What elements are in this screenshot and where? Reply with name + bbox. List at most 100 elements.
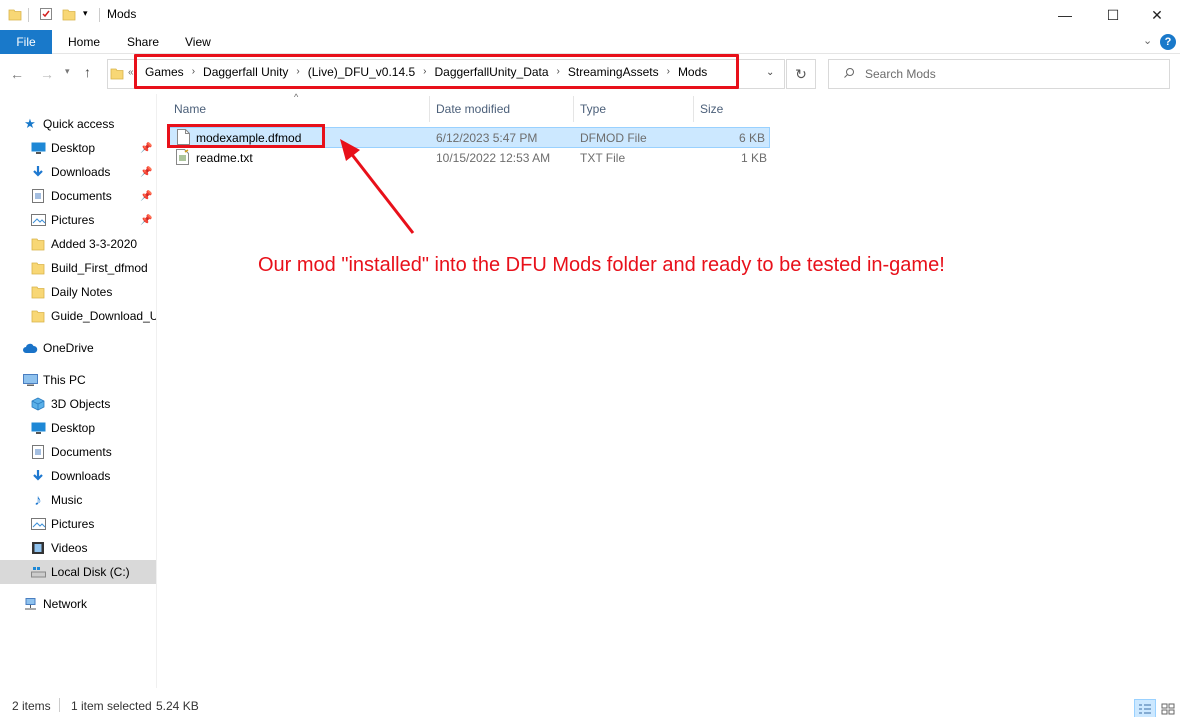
expand-ribbon-icon[interactable]: ⌄ bbox=[1143, 34, 1152, 47]
tab-view[interactable]: View bbox=[171, 30, 225, 54]
file-type: DFMOD File bbox=[580, 131, 647, 145]
sidebar-item-label: 3D Objects bbox=[51, 397, 111, 411]
pin-icon[interactable]: 📌 bbox=[140, 167, 152, 178]
sidebar-item-3d-objects[interactable]: 3D Objects bbox=[0, 392, 156, 416]
sidebar-item-local-disk[interactable]: Local Disk (C:) bbox=[0, 560, 156, 584]
sidebar-item-music[interactable]: ♪ Music bbox=[0, 488, 156, 512]
computer-icon bbox=[22, 372, 38, 388]
status-divider bbox=[59, 698, 60, 712]
tab-home[interactable]: Home bbox=[54, 30, 114, 54]
sidebar-item-label: Downloads bbox=[51, 165, 111, 179]
overflow-icon[interactable]: « bbox=[128, 67, 134, 78]
crumb-daggerfall-unity[interactable]: Daggerfall Unity bbox=[203, 65, 288, 79]
column-header-size[interactable]: Size bbox=[694, 96, 774, 122]
maximize-button[interactable]: ☐ bbox=[1090, 0, 1136, 30]
chevron-right-icon[interactable]: › bbox=[296, 66, 299, 77]
sidebar-item-quick-access[interactable]: ★ Quick access bbox=[0, 112, 156, 136]
annotation-arrow-icon bbox=[340, 139, 415, 234]
title-bar: ▾ Mods — ☐ ✕ bbox=[0, 0, 1180, 30]
folder-icon bbox=[30, 260, 46, 276]
pictures-icon bbox=[30, 212, 46, 228]
folder-icon[interactable] bbox=[8, 7, 22, 24]
tab-share[interactable]: Share bbox=[113, 30, 173, 54]
file-name: readme.txt bbox=[196, 151, 253, 165]
sidebar-item-pc-downloads[interactable]: Downloads bbox=[0, 464, 156, 488]
file-row[interactable]: readme.txt 10/15/2022 12:53 AM TXT File … bbox=[168, 148, 770, 169]
sidebar-item-videos[interactable]: Videos bbox=[0, 536, 156, 560]
documents-icon bbox=[30, 188, 46, 204]
crumb-mods[interactable]: Mods bbox=[678, 65, 707, 79]
folder-icon bbox=[30, 308, 46, 324]
chevron-right-icon[interactable]: › bbox=[557, 66, 560, 77]
breadcrumb: Games › Daggerfall Unity › (Live)_DFU_v0… bbox=[134, 54, 739, 89]
refresh-button[interactable]: ↻ bbox=[786, 59, 816, 89]
folder-icon bbox=[30, 236, 46, 252]
pin-icon[interactable]: 📌 bbox=[140, 191, 152, 202]
sidebar-item-label: OneDrive bbox=[43, 341, 94, 355]
folder-icon bbox=[110, 66, 124, 83]
address-dropdown-icon[interactable]: ⌄ bbox=[766, 67, 774, 78]
sidebar-item-desktop[interactable]: Desktop 📌 bbox=[0, 136, 156, 160]
sidebar-item-label: Build_First_dfmod bbox=[51, 261, 148, 275]
navigation-pane: ★ Quick access Desktop 📌 Downloads 📌 Doc… bbox=[0, 108, 156, 688]
crumb-games[interactable]: Games bbox=[145, 65, 184, 79]
forward-icon[interactable]: → bbox=[40, 66, 54, 82]
divider bbox=[28, 8, 29, 22]
recent-locations-icon[interactable]: ▾ bbox=[65, 66, 70, 77]
sidebar-item-onedrive[interactable]: OneDrive bbox=[0, 336, 156, 360]
pin-icon[interactable]: 📌 bbox=[140, 143, 152, 154]
chevron-right-icon[interactable]: › bbox=[423, 66, 426, 77]
pictures-icon bbox=[30, 516, 46, 532]
chevron-right-icon[interactable]: › bbox=[667, 66, 670, 77]
sidebar-item-this-pc[interactable]: This PC bbox=[0, 368, 156, 392]
status-selected: 1 item selected bbox=[71, 699, 152, 713]
annotation-text: Our mod "installed" into the DFU Mods fo… bbox=[258, 254, 945, 276]
local-disk-icon bbox=[30, 564, 46, 580]
documents-icon bbox=[30, 444, 46, 460]
search-icon bbox=[843, 67, 855, 82]
search-box[interactable] bbox=[828, 59, 1170, 89]
chevron-right-icon[interactable]: › bbox=[192, 66, 195, 77]
sidebar-item-pc-desktop[interactable]: Desktop bbox=[0, 416, 156, 440]
file-size: 6 KB bbox=[738, 131, 765, 145]
file-type: TXT File bbox=[580, 151, 626, 165]
search-input[interactable] bbox=[865, 67, 1145, 81]
column-header-name[interactable]: Name bbox=[168, 96, 430, 122]
new-folder-icon[interactable] bbox=[62, 7, 76, 24]
minimize-button[interactable]: — bbox=[1042, 0, 1088, 30]
large-icons-view-icon bbox=[1161, 703, 1175, 715]
sidebar-item-label: Videos bbox=[51, 541, 88, 555]
music-icon: ♪ bbox=[34, 491, 42, 509]
large-icons-view-button[interactable] bbox=[1157, 699, 1179, 717]
tab-file[interactable]: File bbox=[0, 30, 52, 54]
column-header-date[interactable]: Date modified bbox=[430, 96, 574, 122]
sidebar-item-network[interactable]: Network bbox=[0, 592, 156, 616]
sidebar-item-pc-pictures[interactable]: Pictures bbox=[0, 512, 156, 536]
details-view-button[interactable] bbox=[1134, 699, 1156, 717]
sidebar-item-added[interactable]: Added 3-3-2020 bbox=[0, 232, 156, 256]
sidebar-item-downloads[interactable]: Downloads 📌 bbox=[0, 160, 156, 184]
column-header-type[interactable]: Type bbox=[574, 96, 694, 122]
crumb-streaming-assets[interactable]: StreamingAssets bbox=[568, 65, 659, 79]
sidebar-item-pc-documents[interactable]: Documents bbox=[0, 440, 156, 464]
status-item-count: 2 items bbox=[12, 699, 51, 713]
properties-icon[interactable] bbox=[39, 7, 53, 24]
sidebar-item-guide[interactable]: Guide_Download_U bbox=[0, 304, 156, 328]
sidebar-item-label: Desktop bbox=[51, 421, 96, 435]
back-icon[interactable]: ← bbox=[10, 66, 24, 82]
sidebar-item-documents[interactable]: Documents 📌 bbox=[0, 184, 156, 208]
sidebar-item-label: Network bbox=[43, 597, 88, 611]
help-icon[interactable]: ? bbox=[1160, 34, 1176, 50]
crumb-data[interactable]: DaggerfallUnity_Data bbox=[434, 65, 548, 79]
pin-icon[interactable]: 📌 bbox=[140, 215, 152, 226]
crumb-live-dfu[interactable]: (Live)_DFU_v0.14.5 bbox=[308, 65, 415, 79]
up-icon[interactable]: ↑ bbox=[84, 64, 91, 80]
sidebar-item-label: Desktop bbox=[51, 141, 96, 155]
customize-toolbar-icon[interactable]: ▾ bbox=[83, 8, 88, 19]
close-button[interactable]: ✕ bbox=[1134, 0, 1180, 30]
ribbon-tabs: File Home Share View ⌄ ? bbox=[0, 30, 1180, 54]
status-size: 5.24 KB bbox=[156, 699, 199, 713]
sidebar-item-pictures[interactable]: Pictures 📌 bbox=[0, 208, 156, 232]
sidebar-item-build[interactable]: Build_First_dfmod bbox=[0, 256, 156, 280]
sidebar-item-daily-notes[interactable]: Daily Notes bbox=[0, 280, 156, 304]
